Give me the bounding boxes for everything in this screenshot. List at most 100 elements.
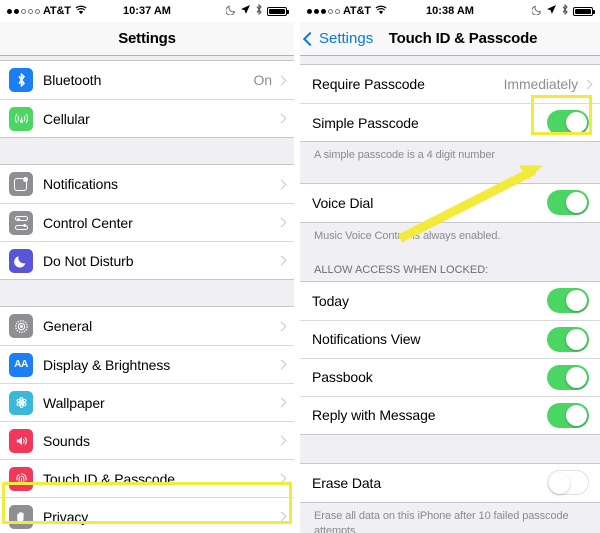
right-status-bar: AT&T 10:38 AM (300, 0, 600, 22)
sidebar-item-sounds[interactable]: Sounds (0, 421, 294, 459)
location-arrow-icon (546, 4, 557, 18)
sidebar-item-label: Notifications (43, 176, 118, 192)
chevron-right-icon (276, 435, 287, 446)
allow-access-group: Today Notifications View Passbook Reply … (300, 280, 600, 435)
passbook-toggle[interactable] (547, 364, 589, 390)
chevron-right-icon (276, 397, 287, 408)
location-arrow-icon (240, 4, 251, 18)
cellular-icon (9, 106, 33, 131)
chevron-right-icon (582, 79, 593, 89)
erase-data-toggle[interactable] (547, 470, 589, 496)
settings-group-system: General AA Display & Brightness Wallpape… (0, 306, 294, 533)
notifications-view-toggle[interactable] (547, 326, 589, 352)
list-gap (0, 280, 294, 306)
status-right (225, 3, 289, 18)
row-erase-data[interactable]: Erase Data (300, 463, 600, 502)
moon-icon (9, 248, 33, 273)
moon-icon (225, 5, 236, 18)
left-nav-bar: Settings (0, 22, 294, 56)
row-label: Passbook (312, 369, 373, 386)
status-right (531, 3, 595, 18)
battery-icon (573, 6, 595, 16)
chevron-right-icon (276, 179, 287, 189)
row-label: Voice Dial (312, 194, 374, 211)
voice-dial-group: Voice Dial (300, 182, 600, 223)
sidebar-item-label: Sounds (43, 432, 90, 449)
sidebar-item-do-not-disturb[interactable]: Do Not Disturb (0, 241, 294, 279)
sidebar-item-label: General (43, 318, 93, 334)
back-button[interactable]: Settings (302, 22, 374, 55)
list-gap (300, 434, 600, 463)
erase-data-group: Erase Data (300, 462, 600, 503)
signal-dots-icon (7, 8, 40, 14)
sidebar-item-bluetooth[interactable]: Bluetooth On (0, 61, 294, 99)
sidebar-item-label: Cellular (43, 110, 90, 127)
list-gap (300, 170, 600, 183)
section-header-allow-access: ALLOW ACCESS WHEN LOCKED: (300, 251, 600, 281)
row-label: Require Passcode (312, 76, 425, 92)
chevron-left-icon (302, 31, 318, 46)
back-button-label: Settings (319, 30, 374, 47)
right-nav-bar: Settings Touch ID & Passcode (300, 22, 600, 56)
left-phone-screen: AT&T 10:37 AM Settings Bluetooth On Cell… (0, 0, 294, 533)
control-center-icon (9, 210, 33, 235)
simple-passcode-toggle[interactable] (547, 110, 589, 135)
right-phone-screen: AT&T 10:38 AM Settings Touch ID & Passco… (300, 0, 600, 533)
footer-voice-dial: Music Voice Control is always enabled. (300, 222, 600, 252)
row-simple-passcode[interactable]: Simple Passcode (300, 103, 600, 141)
sidebar-item-notifications[interactable]: Notifications (0, 165, 294, 203)
wallpaper-icon (9, 390, 33, 415)
chevron-right-icon (276, 75, 287, 85)
footer-erase-data: Erase all data on this iPhone after 10 f… (300, 502, 600, 533)
reply-with-message-toggle[interactable] (547, 402, 589, 428)
bluetooth-icon (561, 3, 569, 18)
chevron-right-icon (276, 511, 287, 522)
sidebar-item-privacy[interactable]: Privacy (0, 497, 294, 533)
list-gap (300, 56, 600, 64)
carrier-label: AT&T (343, 5, 371, 17)
sounds-icon (9, 428, 33, 453)
sidebar-item-control-center[interactable]: Control Center (0, 203, 294, 241)
fingerprint-icon (9, 466, 33, 491)
today-toggle[interactable] (547, 288, 589, 314)
row-reply-with-message[interactable]: Reply with Message (300, 395, 600, 434)
sidebar-item-label: Touch ID & Passcode (43, 470, 175, 487)
chevron-right-icon (276, 473, 287, 484)
row-today[interactable]: Today (300, 281, 600, 320)
sidebar-item-general[interactable]: General (0, 307, 294, 345)
display-brightness-icon: AA (9, 352, 33, 377)
voice-dial-toggle[interactable] (547, 190, 589, 216)
status-left: AT&T (307, 5, 387, 18)
bluetooth-icon (9, 68, 33, 92)
page-title: Touch ID & Passcode (388, 30, 538, 47)
row-label: Today (312, 292, 349, 309)
battery-icon (267, 6, 289, 16)
notifications-icon (9, 172, 33, 196)
moon-icon (531, 5, 542, 18)
chevron-right-icon (276, 113, 287, 124)
row-voice-dial[interactable]: Voice Dial (300, 183, 600, 222)
sidebar-item-touch-id-passcode[interactable]: Touch ID & Passcode (0, 459, 294, 497)
row-label: Simple Passcode (312, 114, 419, 131)
sidebar-item-display-brightness[interactable]: AA Display & Brightness (0, 345, 294, 383)
chevron-right-icon (276, 321, 287, 331)
carrier-label: AT&T (43, 5, 71, 17)
sidebar-item-wallpaper[interactable]: Wallpaper (0, 383, 294, 421)
row-label: Reply with Message (312, 407, 436, 424)
footer-simple-passcode: A simple passcode is a 4 digit number (300, 142, 600, 171)
row-notifications-view[interactable]: Notifications View (300, 319, 600, 358)
left-status-bar: AT&T 10:37 AM (0, 0, 294, 22)
sidebar-item-cellular[interactable]: Cellular (0, 99, 294, 137)
settings-list[interactable]: Bluetooth On Cellular Notifications Cont… (0, 56, 294, 533)
chevron-right-icon (276, 255, 287, 266)
sidebar-item-label: Wallpaper (43, 394, 105, 411)
row-require-passcode[interactable]: Require Passcode Immediately (300, 65, 600, 103)
dual-screenshot: AT&T 10:37 AM Settings Bluetooth On Cell… (0, 0, 600, 533)
touch-id-settings-list[interactable]: Require Passcode Immediately Simple Pass… (300, 56, 600, 533)
sidebar-item-label: Display & Brightness (43, 356, 171, 373)
list-gap (0, 138, 294, 164)
settings-group-notifications: Notifications Control Center Do Not Dist… (0, 164, 294, 280)
settings-group-connectivity: Bluetooth On Cellular (0, 60, 294, 138)
wifi-icon (75, 5, 87, 18)
row-passbook[interactable]: Passbook (300, 357, 600, 396)
